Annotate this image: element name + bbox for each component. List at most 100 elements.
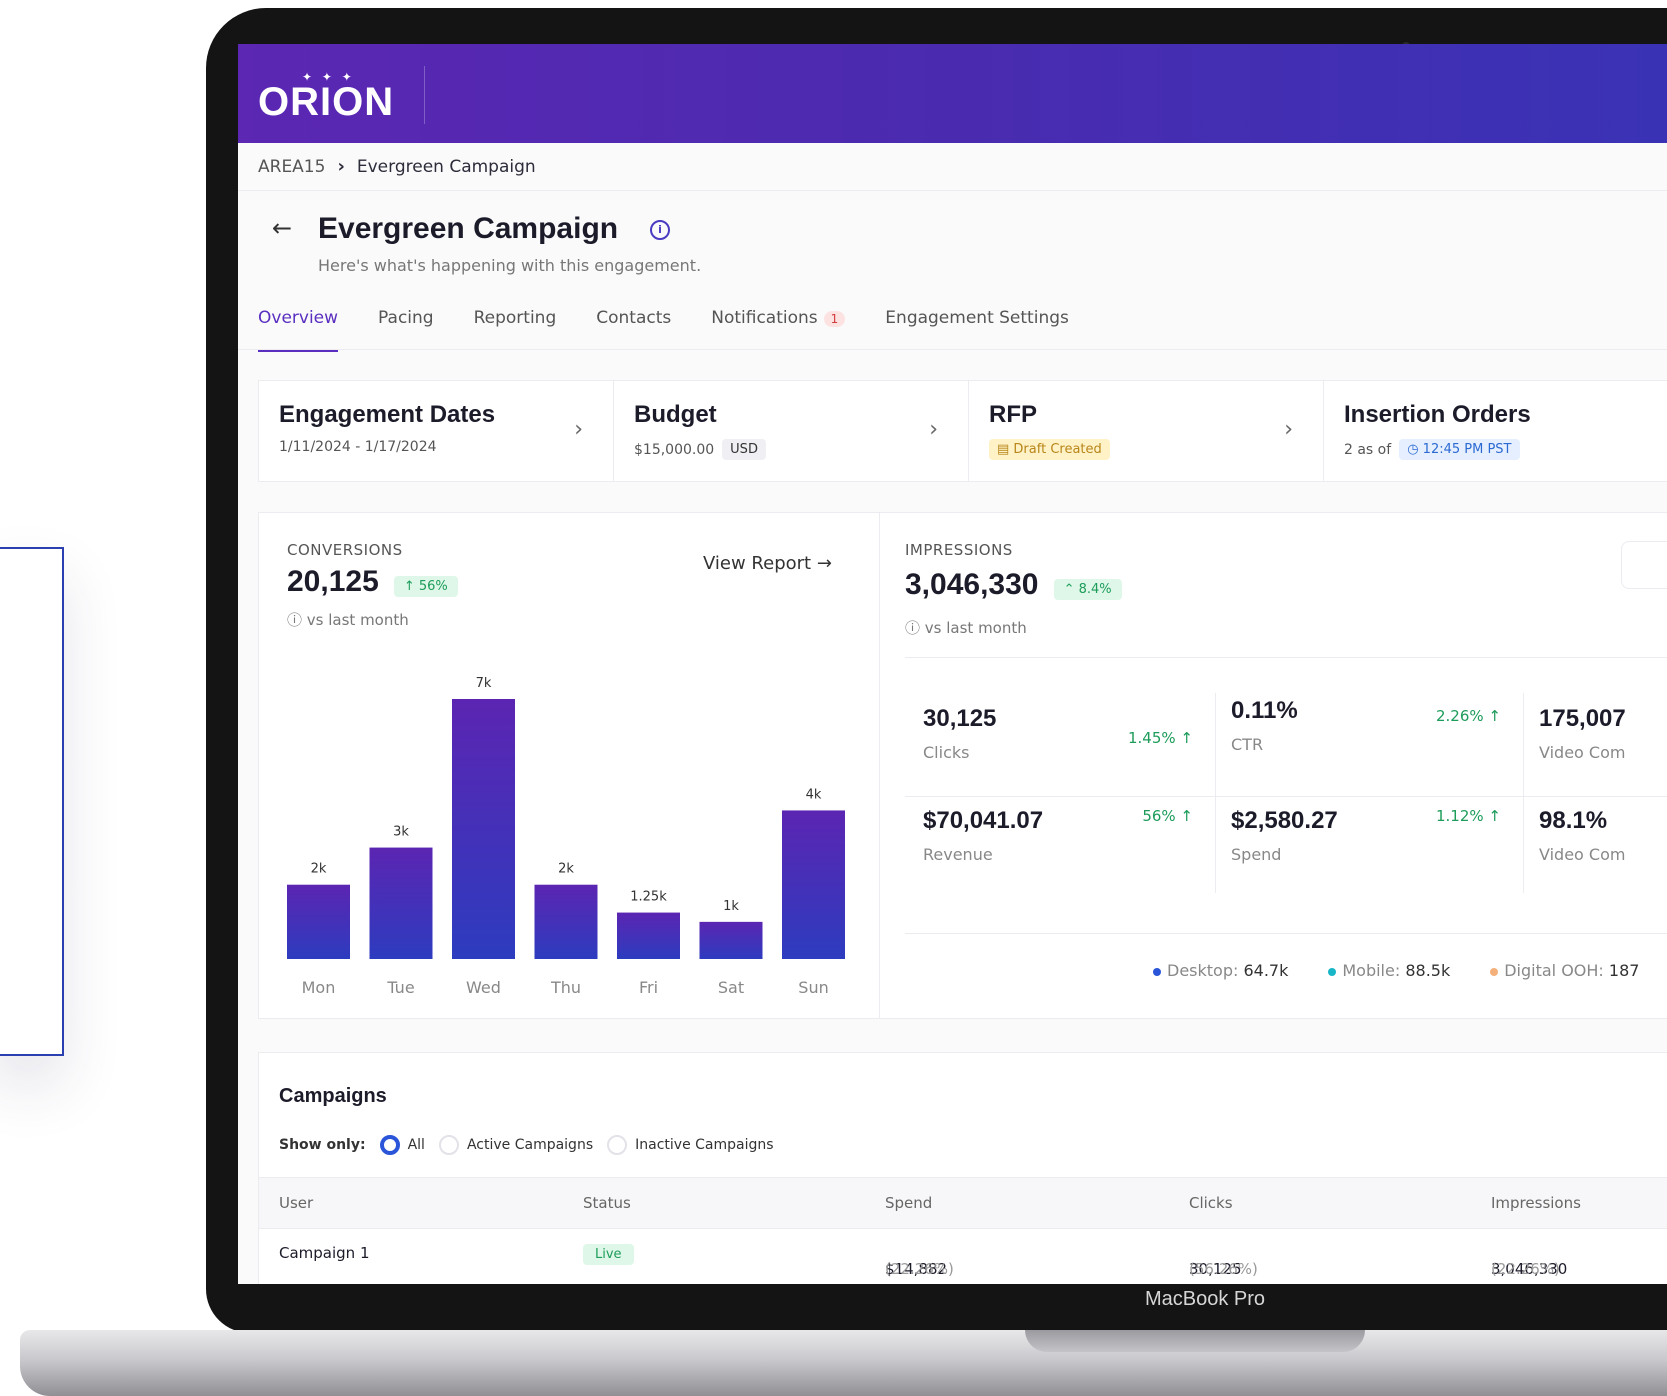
impressions-block: IMPRESSIONS 3,046,330 ⌃ 8.4% ⓘ vs last m… xyxy=(879,513,1667,1018)
table-row[interactable]: Campaign 1 Live $14,882 (22.26%) 30,125 … xyxy=(259,1228,1667,1284)
conversions-vs: vs last month xyxy=(306,611,409,629)
bar-data-label: 3k xyxy=(393,825,409,840)
x-tick-label: Wed xyxy=(466,978,501,997)
time-text: 12:45 PM PST xyxy=(1422,442,1512,457)
breadcrumb: AREA15 › Evergreen Campaign xyxy=(258,156,536,177)
legend-value: 64.7k xyxy=(1243,961,1289,980)
page-title: Evergreen Campaign xyxy=(318,212,619,245)
conversions-delta: ↑ 56% xyxy=(393,576,458,597)
bar-wed[interactable] xyxy=(452,699,515,959)
bar-data-label: 1k xyxy=(723,899,739,914)
tab-engagement-settings[interactable]: Engagement Settings xyxy=(885,308,1069,352)
breadcrumb-root[interactable]: AREA15 xyxy=(258,157,325,177)
app-screen: ✦ ✦ ✦ ORION AREA15 › Evergreen Campaign … xyxy=(238,44,1667,1284)
x-tick-label: Thu xyxy=(550,978,581,997)
legend-dot xyxy=(1490,967,1499,976)
stage: MacBook Pro ✦ ✦ ✦ ORION AREA15 › Evergre… xyxy=(0,0,1667,1396)
metric-value: 175,007 xyxy=(1539,705,1626,732)
app-logo[interactable]: ORION xyxy=(258,80,394,125)
filter-active[interactable]: Active Campaigns xyxy=(438,1135,593,1155)
x-tick-label: Tue xyxy=(386,978,414,997)
divider xyxy=(905,796,1667,797)
bar-data-label: 2k xyxy=(558,862,574,877)
back-arrow-icon[interactable]: ← xyxy=(272,214,292,242)
chevron-right-icon: › xyxy=(1284,417,1293,442)
info-icon: ⓘ xyxy=(287,611,307,629)
bar-fri[interactable] xyxy=(617,912,680,959)
x-tick-label: Sat xyxy=(718,978,744,997)
legend-label: Mobile: xyxy=(1342,961,1401,980)
column-header[interactable]: Clicks xyxy=(1189,1194,1233,1212)
engagement-dates-card[interactable]: Engagement Dates 1/11/2024 - 1/17/2024 › xyxy=(259,381,614,481)
card-title: RFP xyxy=(989,401,1037,428)
metric-delta: 2.26% ↑ xyxy=(1436,707,1501,725)
metric-video-completions: 175,007 Video Com xyxy=(1539,705,1667,801)
legend-label: Desktop: xyxy=(1167,961,1239,980)
card-title: Engagement Dates xyxy=(279,401,496,428)
budget-card[interactable]: Budget $15,000.00 USD › xyxy=(614,381,969,481)
view-report-link[interactable]: View Report → xyxy=(703,553,832,574)
chevron-right-icon: › xyxy=(574,417,583,442)
tab-contacts[interactable]: Contacts xyxy=(596,308,671,352)
time-badge: ◷ 12:45 PM PST xyxy=(1399,439,1520,460)
bar-tue[interactable] xyxy=(369,847,433,959)
chevron-right-icon: › xyxy=(929,417,938,442)
x-tick-label: Mon xyxy=(302,978,336,997)
metric-delta: 1.12% ↑ xyxy=(1436,807,1501,825)
options-button[interactable] xyxy=(1621,541,1667,589)
legend-label: Digital OOH: xyxy=(1504,961,1604,980)
device-legend: Desktop: 64.7k Mobile: 88.5k Digital OOH… xyxy=(1153,961,1639,980)
tab-notifications[interactable]: Notifications 1 xyxy=(711,308,846,352)
bar-thu[interactable] xyxy=(534,884,598,959)
tab-overview[interactable]: Overview xyxy=(258,308,339,352)
column-header[interactable]: Status xyxy=(583,1194,631,1212)
bar-sat[interactable] xyxy=(699,921,763,959)
metric-label: Video Com xyxy=(1539,845,1626,864)
divider xyxy=(905,933,1667,934)
column-header[interactable]: User xyxy=(279,1194,313,1212)
status-text: Draft Created xyxy=(1013,442,1102,457)
rfp-status-badge: ▤ Draft Created xyxy=(989,439,1110,460)
chevron-right-icon: › xyxy=(337,156,345,177)
orders-count: 2 as of xyxy=(1344,441,1392,458)
bar-mon[interactable] xyxy=(287,884,350,959)
tabs-divider xyxy=(238,349,1667,350)
currency-badge: USD xyxy=(722,439,766,460)
tab-label: Overview xyxy=(258,308,339,328)
stats-panel: CONVERSIONS 20,125 ↑ 56% ⓘ vs last month… xyxy=(258,512,1667,1019)
filter-inactive[interactable]: Inactive Campaigns xyxy=(607,1135,774,1155)
impressions-caption: IMPRESSIONS xyxy=(905,541,1013,559)
laptop-notch xyxy=(1025,1330,1365,1352)
metric-ctr: 0.11% CTR 2.26% ↑ xyxy=(1231,697,1521,793)
cell-percent: (22.26%) xyxy=(1491,1260,1560,1278)
info-icon: ⓘ xyxy=(905,619,925,637)
impressions-delta: ⌃ 8.4% xyxy=(1053,579,1122,600)
campaign-name[interactable]: Campaign 1 xyxy=(279,1244,370,1262)
filter-all[interactable]: All xyxy=(379,1135,425,1155)
metric-revenue: $70,041.07 Revenue 56% ↑ xyxy=(923,807,1213,903)
info-icon[interactable]: i xyxy=(650,220,670,240)
metric-delta: 1.45% ↑ xyxy=(1128,729,1193,747)
bar-data-label: 7k xyxy=(476,676,492,691)
metric-label: Video Com xyxy=(1539,743,1626,762)
document-icon: ▤ xyxy=(997,442,1014,457)
bar-data-label: 2k xyxy=(311,862,327,877)
tab-label: Engagement Settings xyxy=(885,308,1069,328)
tab-label: Contacts xyxy=(596,308,672,328)
tab-pacing[interactable]: Pacing xyxy=(378,308,434,352)
metric-label: Revenue xyxy=(923,845,993,864)
campaigns-title: Campaigns xyxy=(279,1085,387,1107)
tab-reporting[interactable]: Reporting xyxy=(474,308,557,352)
divider xyxy=(1215,693,1216,893)
column-header[interactable]: Spend xyxy=(885,1194,932,1212)
insertion-orders-card[interactable]: Insertion Orders 2 as of ◷ 12:45 PM PST xyxy=(1324,381,1667,481)
column-header[interactable]: Impressions xyxy=(1491,1194,1581,1212)
conversions-caption: CONVERSIONS xyxy=(287,541,403,559)
bar-sun[interactable] xyxy=(782,810,845,959)
breadcrumb-current: Evergreen Campaign xyxy=(356,156,536,177)
topbar-divider xyxy=(424,66,425,124)
top-bar: ✦ ✦ ✦ ORION xyxy=(238,44,1667,143)
campaign-filters: Show only: All Active Campaigns Inactive… xyxy=(279,1135,774,1155)
rfp-card[interactable]: RFP ▤ Draft Created › xyxy=(969,381,1324,481)
date-range: 1/11/2024 - 1/17/2024 xyxy=(279,439,437,455)
